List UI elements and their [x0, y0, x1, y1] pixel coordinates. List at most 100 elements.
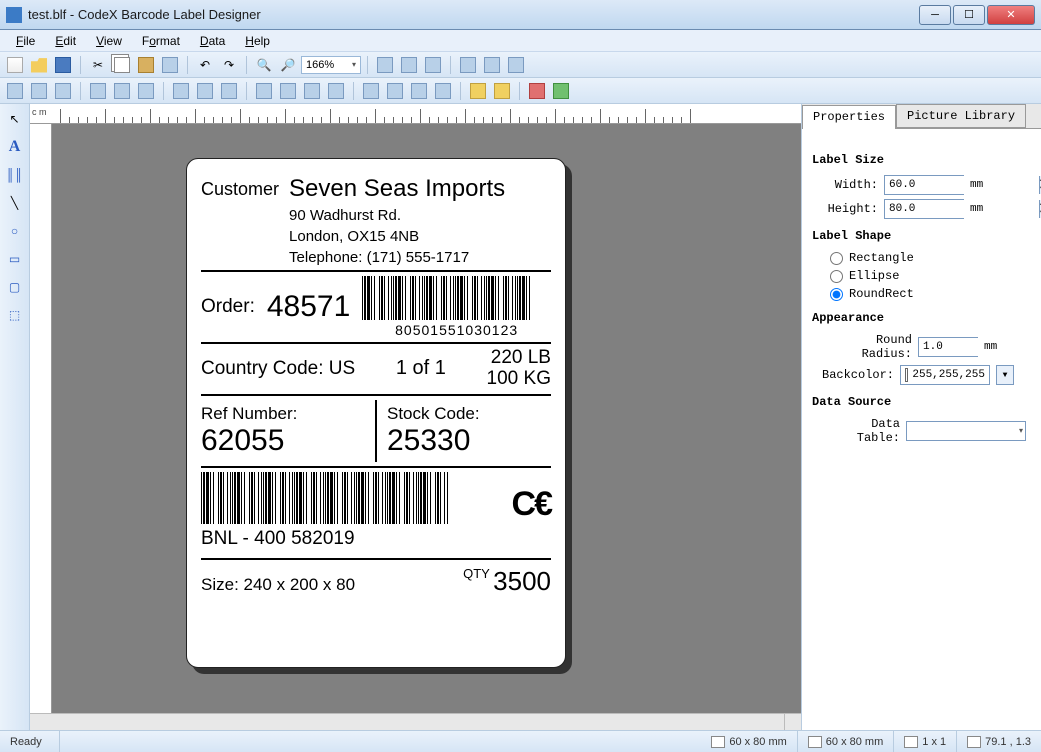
- same-height-button[interactable]: [194, 80, 216, 102]
- company-name: Seven Seas Imports: [289, 175, 505, 203]
- radio-ellipse[interactable]: [830, 270, 843, 283]
- group-button[interactable]: [526, 80, 548, 102]
- backcolor-label: Backcolor:: [822, 368, 894, 382]
- page-setup-button[interactable]: [374, 54, 396, 76]
- stock-label: Stock Code:: [387, 404, 551, 424]
- paste-button[interactable]: [135, 54, 157, 76]
- width-label: Width:: [822, 178, 878, 192]
- order-label: Order:: [201, 296, 255, 318]
- weight-kg: 100 KG: [487, 369, 551, 390]
- section-data-source: Data Source: [812, 395, 1031, 409]
- new-button[interactable]: [4, 54, 26, 76]
- select-tool[interactable]: ↖: [4, 108, 26, 130]
- titlebar: test.blf - CodeX Barcode Label Designer …: [0, 0, 1041, 30]
- app-icon: [6, 7, 22, 23]
- datatable-label: Data Table:: [822, 417, 900, 445]
- ungroup-button[interactable]: [550, 80, 572, 102]
- barcode-tool[interactable]: ║║: [4, 164, 26, 186]
- lock-button[interactable]: [467, 80, 489, 102]
- stock-value: 25330: [387, 424, 551, 458]
- barcode-2: [201, 472, 496, 524]
- zoom-out-button[interactable]: 🔎: [277, 54, 299, 76]
- snap-button[interactable]: [481, 54, 503, 76]
- canvas[interactable]: Customer Seven Seas Imports 90 Wadhurst …: [52, 124, 801, 713]
- line-tool[interactable]: ╲: [4, 192, 26, 214]
- bring-front-button[interactable]: [360, 80, 382, 102]
- options-button[interactable]: [505, 54, 527, 76]
- copy-button[interactable]: [111, 54, 133, 76]
- scrollbar-horizontal[interactable]: [52, 713, 784, 730]
- center-h-button[interactable]: [301, 80, 323, 102]
- bring-forward-button[interactable]: [408, 80, 430, 102]
- menu-format[interactable]: Format: [134, 32, 188, 50]
- send-back-button[interactable]: [384, 80, 406, 102]
- status-grid: 1 x 1: [922, 736, 946, 748]
- close-button[interactable]: ✕: [987, 5, 1035, 25]
- center-v-button[interactable]: [325, 80, 347, 102]
- open-button[interactable]: [28, 54, 50, 76]
- section-label-size: Label Size: [812, 153, 1031, 167]
- menubar: File Edit View Format Data Help: [0, 30, 1041, 52]
- delete-button[interactable]: [159, 54, 181, 76]
- ref-label: Ref Number:: [201, 404, 365, 424]
- ce-mark: C€: [512, 485, 551, 524]
- cut-button[interactable]: ✂: [87, 54, 109, 76]
- maximize-button[interactable]: ☐: [953, 5, 985, 25]
- status-dim2: 60 x 80 mm: [826, 736, 883, 748]
- bnl-code: BNL - 400 582019: [201, 528, 551, 550]
- backcolor-dropdown[interactable]: ▼: [996, 365, 1014, 385]
- radio-roundrect[interactable]: [830, 288, 843, 301]
- height-input[interactable]: ▲▼: [884, 199, 964, 219]
- minimize-button[interactable]: ─: [919, 5, 951, 25]
- align-left-button[interactable]: [4, 80, 26, 102]
- datatable-combo[interactable]: [906, 421, 1026, 441]
- redo-button[interactable]: ↷: [218, 54, 240, 76]
- align-bottom-button[interactable]: [135, 80, 157, 102]
- weight-lb: 220 LB: [487, 348, 551, 369]
- zoom-in-button[interactable]: 🔍: [253, 54, 275, 76]
- send-backward-button[interactable]: [432, 80, 454, 102]
- tab-picture-library[interactable]: Picture Library: [896, 104, 1026, 128]
- canvas-area: c m -505101520253035404550556065 Custome…: [30, 104, 801, 730]
- picture-tool[interactable]: ⬚: [4, 304, 26, 326]
- align-right-button[interactable]: [52, 80, 74, 102]
- section-label-shape: Label Shape: [812, 229, 1031, 243]
- menu-file[interactable]: File: [8, 32, 43, 50]
- cursor-icon: [967, 736, 981, 748]
- radius-input[interactable]: ▲▼: [918, 337, 978, 357]
- grid-button[interactable]: [457, 54, 479, 76]
- ellipse-tool[interactable]: ○: [4, 220, 26, 242]
- rect-tool[interactable]: ▭: [4, 248, 26, 270]
- menu-view[interactable]: View: [88, 32, 130, 50]
- save-button[interactable]: [52, 54, 74, 76]
- backcolor-input[interactable]: 255,255,255: [900, 365, 990, 385]
- text-tool[interactable]: A: [4, 136, 26, 158]
- space-h-button[interactable]: [253, 80, 275, 102]
- space-v-button[interactable]: [277, 80, 299, 102]
- print-preview-button[interactable]: [398, 54, 420, 76]
- undo-button[interactable]: ↶: [194, 54, 216, 76]
- menu-edit[interactable]: Edit: [47, 32, 84, 50]
- align-center-button[interactable]: [28, 80, 50, 102]
- qty-value: 3500: [493, 566, 551, 596]
- order-number: 48571: [267, 290, 350, 324]
- tool-palette: ↖ A ║║ ╲ ○ ▭ ▢ ⬚: [0, 104, 30, 730]
- same-size-button[interactable]: [218, 80, 240, 102]
- align-top-button[interactable]: [87, 80, 109, 102]
- print-button[interactable]: [422, 54, 444, 76]
- width-input[interactable]: ▲▼: [884, 175, 964, 195]
- unlock-button[interactable]: [491, 80, 513, 102]
- zoom-combo[interactable]: 166%: [301, 56, 361, 74]
- ruler-horizontal: c m -505101520253035404550556065: [30, 104, 801, 124]
- tab-properties[interactable]: Properties: [802, 105, 896, 129]
- menu-data[interactable]: Data: [192, 32, 233, 50]
- menu-help[interactable]: Help: [237, 32, 278, 50]
- align-middle-button[interactable]: [111, 80, 133, 102]
- section-appearance: Appearance: [812, 311, 1031, 325]
- toolbar-align: [0, 78, 1041, 104]
- roundrect-tool[interactable]: ▢: [4, 276, 26, 298]
- label-preview[interactable]: Customer Seven Seas Imports 90 Wadhurst …: [186, 158, 566, 668]
- same-width-button[interactable]: [170, 80, 192, 102]
- radio-rectangle[interactable]: [830, 252, 843, 265]
- status-dim1: 60 x 80 mm: [729, 736, 786, 748]
